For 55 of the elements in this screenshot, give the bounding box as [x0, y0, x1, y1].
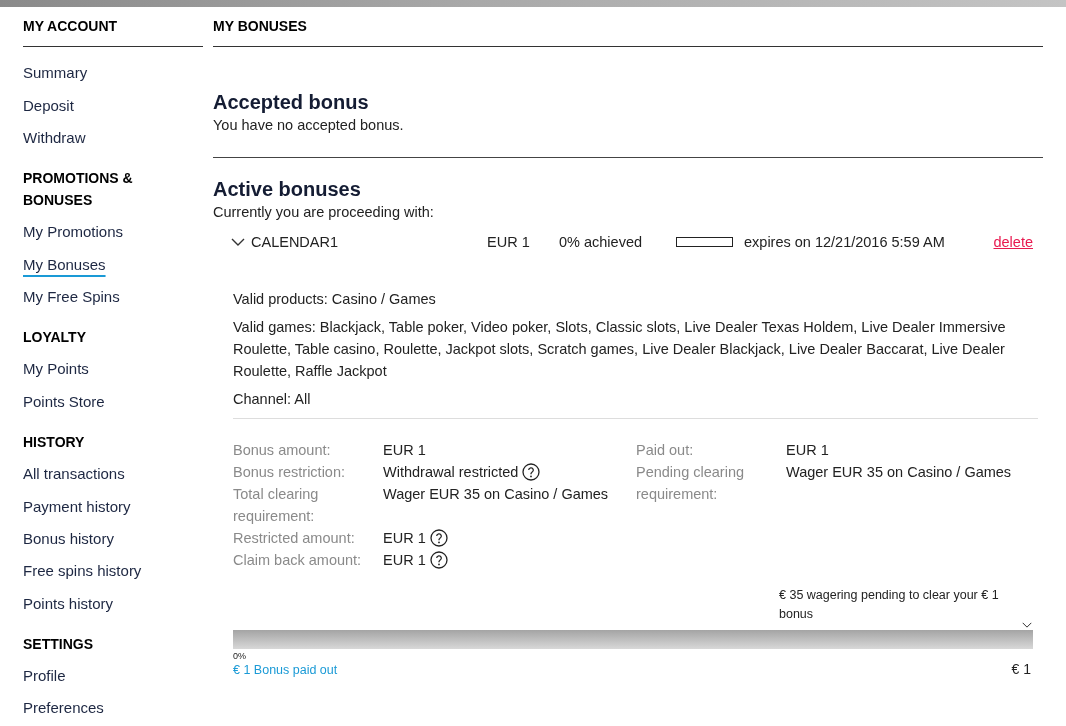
sidebar-item[interactable]: Deposit: [23, 89, 74, 122]
fact-value: Wager EUR 35 on Casino / Games: [786, 463, 1012, 482]
detail-text: Valid games: Blackjack, Table poker, Video poker, Slots, Classic slots, Live Dealer Texas Holdem, Live Dealer Immersive Roulette, Table casino, Roulette, Jackpot slots, Scratch games, Live Dealer Blackjack, Live Dealer Baccarat, Live Dealer Roulette, Raffle Jackpot: [233, 318, 1007, 381]
help-icon[interactable]: [429, 529, 448, 547]
info-text: Currently you are proceeding with:: [213, 203, 434, 222]
wagering-note: € 35 wagering pending to clear your € 1 bonus: [779, 587, 1000, 623]
sidebar-item[interactable]: My Bonuses: [23, 248, 106, 281]
fact-value: Withdrawal restricted: [383, 463, 519, 482]
sidebar-item[interactable]: Points Store: [23, 385, 105, 418]
section-heading: PROMOTIONS & BONUSES: [23, 169, 134, 211]
sidebar-title: MY ACCOUNT: [23, 17, 118, 35]
sidebar-item[interactable]: Points history: [23, 587, 114, 620]
fact-value: EUR 1: [383, 551, 426, 570]
fact-value: EUR 1: [383, 529, 426, 548]
fact-label: Claim back amount:: [233, 551, 363, 570]
chevron-down-icon[interactable]: [231, 238, 245, 246]
section-heading: HISTORY: [23, 433, 85, 452]
end-label: € 1: [1011, 660, 1031, 678]
achieved-text: 0% achieved: [559, 233, 643, 252]
section-heading: LOYALTY: [23, 328, 86, 348]
start-label: 0%: [233, 651, 246, 662]
sidebar-item[interactable]: Bonus history: [23, 522, 114, 556]
bonus-amount: EUR 1: [487, 233, 530, 252]
fact-value: EUR 1: [786, 441, 829, 460]
fact-label: Pending clearing requirement:: [636, 463, 746, 504]
expiry-text: expires on 12/21/2016 5:59 AM: [744, 234, 945, 250]
section-heading: SETTINGS: [23, 634, 93, 654]
help-icon[interactable]: [522, 463, 541, 481]
sidebar-item[interactable]: Summary: [23, 57, 88, 90]
sidebar-item[interactable]: Free spins history: [23, 555, 142, 588]
detail-text: Valid products: Casino / Games: [233, 290, 437, 309]
fact-label: Bonus restriction:: [233, 463, 347, 482]
sidebar-item[interactable]: My Free Spins: [23, 280, 120, 314]
detail-text: Channel: All: [233, 390, 312, 409]
bonus-name: CALENDAR1: [251, 233, 339, 252]
fact-value: EUR 1: [383, 441, 426, 460]
chevron-down-icon: [1022, 622, 1032, 628]
fact-label: Paid out:: [636, 441, 695, 460]
help-icon[interactable]: [429, 551, 448, 569]
sidebar-item[interactable]: Preferences: [23, 692, 104, 725]
fact-label: Restricted amount:: [233, 529, 356, 548]
sidebar-item[interactable]: My Points: [23, 353, 89, 386]
delete-link[interactable]: delete: [993, 231, 1033, 253]
sidebar-item[interactable]: My Promotions: [23, 216, 124, 249]
sidebar-item[interactable]: Withdraw: [23, 121, 86, 155]
sidebar-item[interactable]: Profile: [23, 659, 66, 693]
fact-label: Total clearing requirement:: [233, 485, 320, 526]
sidebar-item[interactable]: Payment history: [23, 490, 131, 523]
fact-value: Wager EUR 35 on Casino / Games: [383, 485, 609, 504]
sidebar-item[interactable]: All transactions: [23, 458, 125, 491]
info-text: You have no accepted bonus.: [213, 116, 404, 135]
section-title: Accepted bonus: [213, 90, 369, 114]
section-title: Active bonuses: [213, 177, 361, 201]
page-title: MY BONUSES: [213, 17, 307, 35]
fact-label: Bonus amount:: [233, 441, 332, 460]
